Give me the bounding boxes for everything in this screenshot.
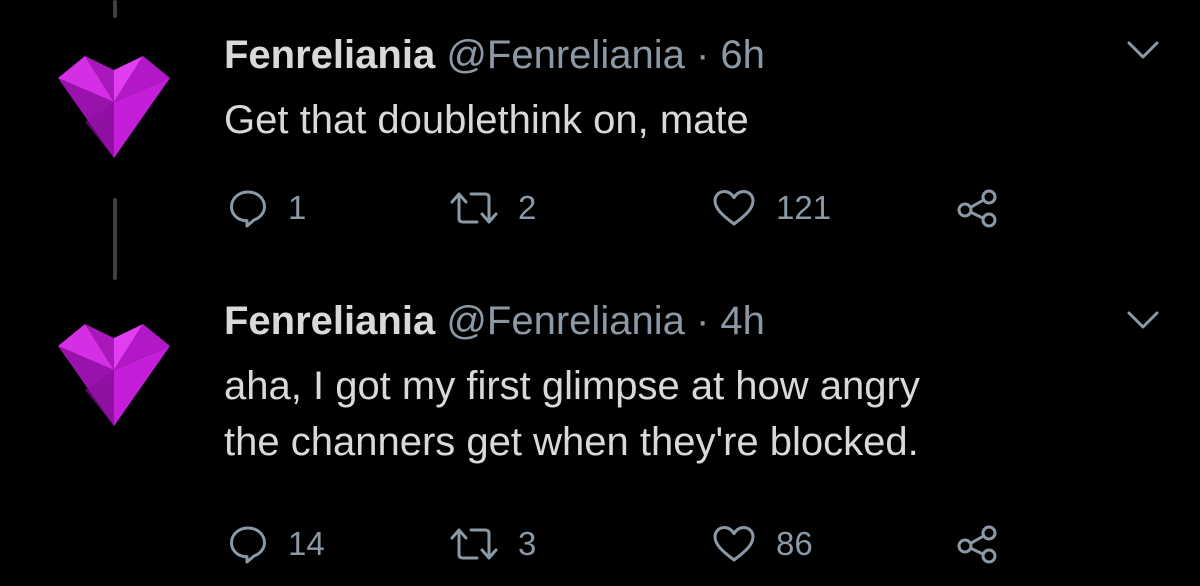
tweet-header: Fenreliania @Fenreliania · 4h <box>224 298 765 344</box>
share-icon <box>956 524 1000 564</box>
like-button[interactable]: 121 <box>712 188 831 228</box>
reply-button[interactable]: 1 <box>228 188 306 228</box>
reply-bubble-icon <box>228 524 268 564</box>
share-button[interactable] <box>956 188 1000 228</box>
separator-dot: · <box>695 33 710 77</box>
separator-dot: · <box>695 299 710 343</box>
display-name[interactable]: Fenreliania <box>224 299 435 343</box>
tweet-text: aha, I got my first glimpse at how angry… <box>224 358 920 470</box>
reply-bubble-icon <box>228 188 268 228</box>
reply-button[interactable]: 14 <box>228 524 325 564</box>
reply-count: 14 <box>288 525 325 562</box>
heart-outline-icon <box>712 524 756 564</box>
like-button[interactable]: 86 <box>712 524 813 564</box>
timestamp[interactable]: 4h <box>720 299 765 343</box>
heart-outline-icon <box>712 188 756 228</box>
share-icon <box>956 188 1000 228</box>
heart-avatar-icon <box>58 56 170 158</box>
user-handle[interactable]: @Fenreliania <box>446 299 685 343</box>
tweet[interactable]: Fenreliania @Fenreliania · 4h aha, I got… <box>0 270 1200 586</box>
tweet[interactable]: Fenreliania @Fenreliania · 6h Get that d… <box>0 0 1200 270</box>
tweet-header: Fenreliania @Fenreliania · 6h <box>224 32 765 78</box>
avatar[interactable] <box>55 310 173 428</box>
like-count: 121 <box>776 189 832 226</box>
display-name[interactable]: Fenreliania <box>224 33 435 77</box>
tweet-menu-caret[interactable] <box>1126 38 1160 62</box>
retweet-count: 3 <box>518 525 537 562</box>
heart-avatar-icon <box>58 324 170 426</box>
tweet-menu-caret[interactable] <box>1126 308 1160 332</box>
like-count: 86 <box>776 525 813 562</box>
chevron-down-icon <box>1127 41 1159 59</box>
retweet-button[interactable]: 3 <box>450 524 536 564</box>
tweet-text-line: Get that doublethink on, mate <box>224 98 749 142</box>
tweet-text-line: aha, I got my first glimpse at how angry <box>224 364 920 408</box>
tweet-text-line: the channers get when they're blocked. <box>224 420 919 464</box>
reply-count: 1 <box>288 189 307 226</box>
retweet-count: 2 <box>518 189 537 226</box>
timestamp[interactable]: 6h <box>720 33 765 77</box>
avatar[interactable] <box>55 42 173 160</box>
retweet-button[interactable]: 2 <box>450 188 536 228</box>
retweet-icon <box>450 524 498 564</box>
tweet-text: Get that doublethink on, mate <box>224 92 749 148</box>
share-button[interactable] <box>956 524 1000 564</box>
chevron-down-icon <box>1127 311 1159 329</box>
user-handle[interactable]: @Fenreliania <box>446 33 685 77</box>
retweet-icon <box>450 188 498 228</box>
